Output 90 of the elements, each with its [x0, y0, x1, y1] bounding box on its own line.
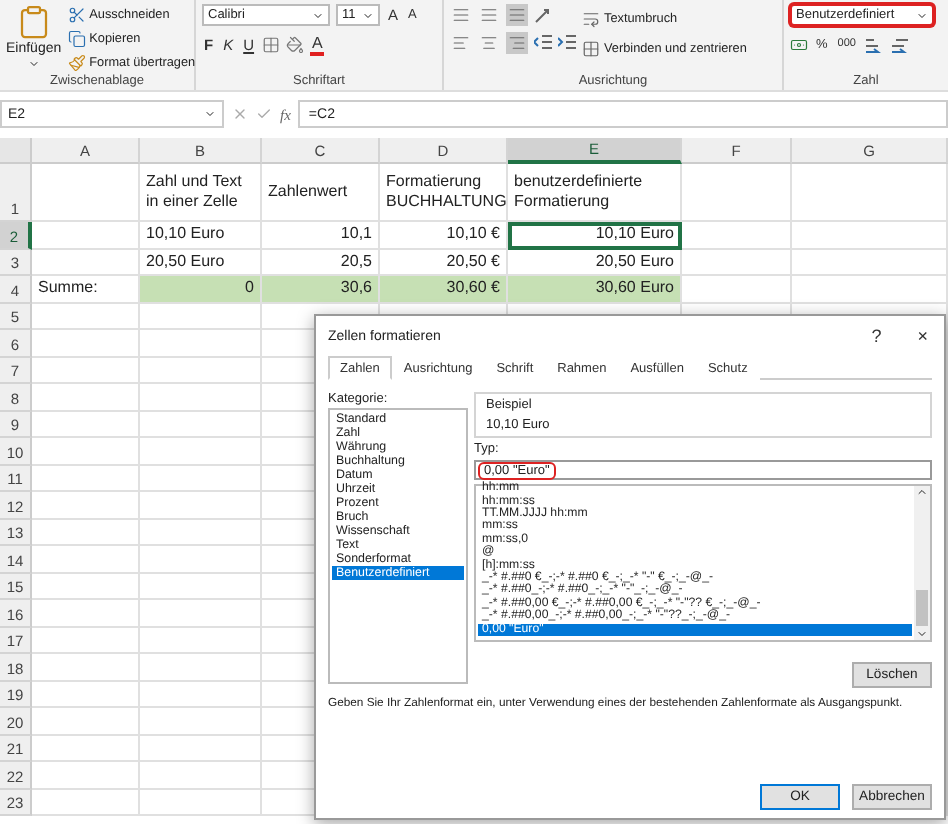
table-cell: 10,10 Euro	[508, 222, 682, 249]
table-cell	[32, 735, 140, 762]
table-cell	[32, 249, 140, 276]
align-bottom-button[interactable]	[506, 4, 528, 26]
decrease-decimal-icon[interactable]	[889, 36, 910, 54]
table-cell	[32, 654, 140, 681]
caret-icon	[362, 9, 374, 21]
table-cell: 10,10 €	[380, 222, 508, 249]
grid-icon	[582, 39, 600, 57]
table-cell: benutzerdefinierte Formatierung	[508, 164, 682, 222]
caret-icon	[916, 628, 928, 640]
font-color-button[interactable]: A	[310, 34, 325, 56]
table-cell	[32, 789, 140, 816]
table-cell: 10,1	[262, 222, 380, 249]
table-cell	[140, 384, 262, 411]
table-cell	[140, 330, 262, 357]
table-cell	[140, 465, 262, 492]
table-cell	[140, 303, 262, 330]
table-cell	[32, 519, 140, 546]
table-cell	[32, 762, 140, 789]
clipboard-icon	[15, 4, 52, 40]
table-cell	[140, 789, 262, 816]
wrap-text-icon	[582, 9, 600, 27]
table-cell: Zahlenwert	[262, 164, 380, 222]
table-cell: Zahl und Text in einer Zelle	[140, 164, 262, 222]
table-cell: 30,6	[262, 276, 380, 303]
table-cell	[32, 600, 140, 627]
increase-indent-icon[interactable]	[558, 34, 576, 52]
table-cell	[32, 681, 140, 708]
table-cell: Summe:	[32, 276, 140, 303]
increase-decimal-icon[interactable]	[863, 36, 884, 54]
table-cell: 20,50 €	[380, 249, 508, 276]
paintbrush-icon	[67, 53, 86, 71]
borders-icon[interactable]	[262, 36, 281, 54]
table-cell: 10,10 Euro	[140, 222, 262, 249]
table-cell: Formatierung BUCHHALTUNG	[380, 164, 508, 222]
table-cell	[140, 357, 262, 384]
table-cell	[32, 330, 140, 357]
align-top-button[interactable]	[450, 4, 472, 26]
table-cell	[140, 573, 262, 600]
table-cell	[32, 164, 140, 222]
caret-icon	[916, 9, 928, 21]
table-cell: 0	[140, 276, 262, 303]
table-cell	[140, 627, 262, 654]
table-cell	[682, 222, 792, 249]
table-cell	[32, 357, 140, 384]
table-cell	[140, 411, 262, 438]
table-cell	[140, 681, 262, 708]
table-cell	[140, 492, 262, 519]
table-cell	[140, 546, 262, 573]
align-middle-button[interactable]	[478, 4, 500, 26]
currency-icon[interactable]	[790, 36, 808, 54]
caret-icon	[27, 58, 40, 70]
align-left-button[interactable]	[450, 32, 472, 54]
caret-icon	[204, 108, 216, 120]
align-right-button[interactable]	[506, 32, 528, 54]
table-cell: 30,60 €	[380, 276, 508, 303]
table-cell	[32, 384, 140, 411]
scissors-icon	[67, 5, 86, 23]
caret-icon	[312, 9, 324, 21]
table-cell	[140, 438, 262, 465]
fill-color-icon[interactable]	[286, 36, 305, 54]
table-cell	[140, 519, 262, 546]
table-cell	[32, 573, 140, 600]
cancel-icon[interactable]	[232, 106, 248, 122]
caret-icon	[916, 486, 928, 498]
decrease-indent-icon[interactable]	[534, 34, 552, 52]
table-cell: 20,50 Euro	[508, 249, 682, 276]
close-button[interactable]: ×	[913, 326, 932, 346]
table-cell	[32, 303, 140, 330]
table-cell	[32, 708, 140, 735]
scrollbar[interactable]	[914, 486, 930, 640]
copy-icon	[67, 29, 86, 47]
table-cell	[32, 438, 140, 465]
table-cell	[682, 276, 792, 303]
table-cell	[682, 164, 792, 222]
table-cell	[32, 627, 140, 654]
table-cell	[32, 222, 140, 249]
table-cell	[682, 249, 792, 276]
table-cell	[32, 492, 140, 519]
table-cell: 20,5	[262, 249, 380, 276]
align-center-button[interactable]	[478, 32, 500, 54]
table-cell: 20,50 Euro	[140, 249, 262, 276]
table-cell	[140, 735, 262, 762]
enter-icon[interactable]	[256, 106, 272, 122]
table-cell	[32, 411, 140, 438]
table-cell: 30,60 Euro	[508, 276, 682, 303]
table-cell	[32, 465, 140, 492]
table-cell	[32, 546, 140, 573]
help-button[interactable]: ?	[867, 326, 886, 346]
